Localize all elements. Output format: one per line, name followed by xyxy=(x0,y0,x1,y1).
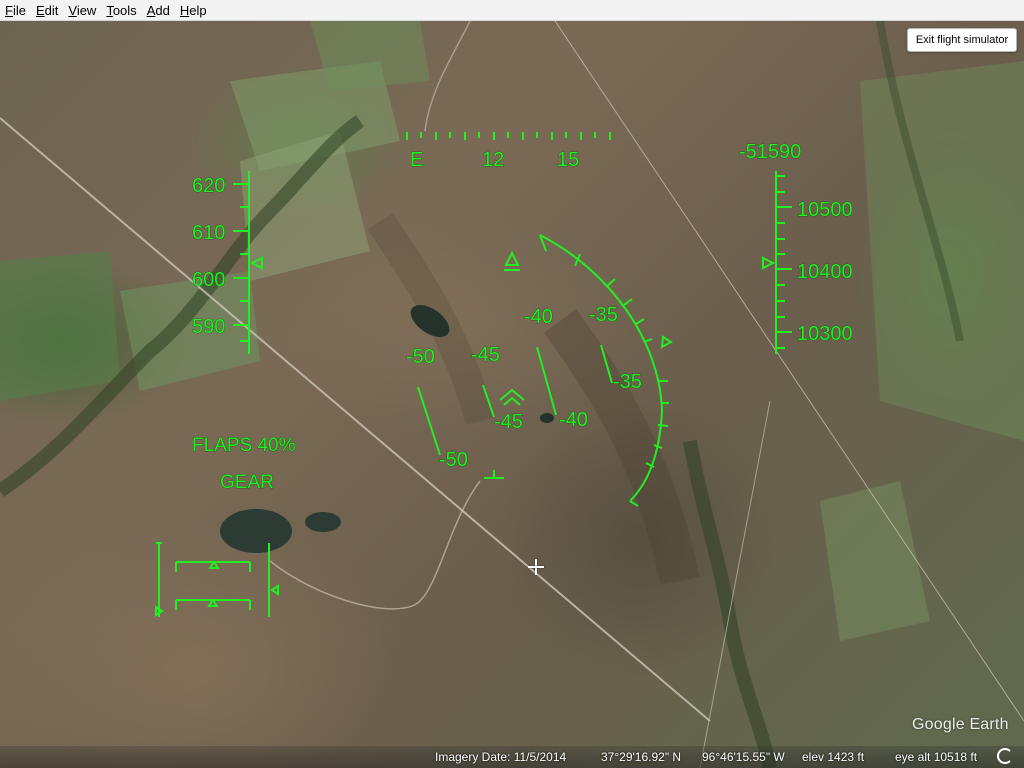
speed-tick-620: 620 xyxy=(192,175,225,197)
menu-edit[interactable]: Edit xyxy=(31,3,63,18)
menu-add[interactable]: Add xyxy=(142,3,175,18)
eye-altitude-readout: eye alt 10518 ft xyxy=(895,750,978,764)
latitude-readout: 37°29'16.92" N xyxy=(601,750,682,764)
speed-tick-600: 600 xyxy=(192,269,225,291)
gear-readout: GEAR xyxy=(220,472,274,493)
speed-tick-590: 590 xyxy=(192,316,225,338)
menu-view[interactable]: View xyxy=(63,3,101,18)
pitch-label: -45 xyxy=(471,344,500,366)
heading-label-e: E xyxy=(410,149,423,171)
menu-tools[interactable]: Tools xyxy=(101,3,141,18)
altitude-tick-10500: 10500 xyxy=(797,199,853,221)
altitude-tick-10300: 10300 xyxy=(797,323,853,345)
elevation-readout: elev 1423 ft xyxy=(802,750,865,764)
pitch-label: -35 xyxy=(613,371,642,393)
exit-flight-simulator-button[interactable]: Exit flight simulator xyxy=(907,28,1017,52)
heading-label-12: 12 xyxy=(482,149,504,171)
pitch-label: -45 xyxy=(494,411,523,433)
flaps-readout: FLAPS 40% xyxy=(192,435,296,456)
airspeed-tape xyxy=(233,171,263,354)
bank-arc xyxy=(539,234,673,507)
imagery-date: Imagery Date: 11/5/2014 xyxy=(435,750,567,764)
heading-label-15: 15 xyxy=(557,149,579,171)
altitude-tape xyxy=(762,171,792,354)
crosshair-cursor-icon xyxy=(528,559,544,575)
heading-scale xyxy=(406,132,611,140)
speed-tick-610: 610 xyxy=(192,222,225,244)
longitude-readout: 96°46'15.55" W xyxy=(702,750,785,764)
vertical-speed-readout: -51590 xyxy=(739,141,801,163)
pitch-label: -50 xyxy=(406,346,435,368)
status-bar: Imagery Date: 11/5/2014 37°29'16.92" N 9… xyxy=(0,746,1024,768)
menu-bar: File Edit View Tools Add Help xyxy=(0,0,1024,21)
flaps-gear-indicator xyxy=(155,542,279,617)
map-viewport[interactable]: E 12 15 -51590 620 610 600 590 10500 104… xyxy=(0,21,1024,768)
pitch-label: -50 xyxy=(439,449,468,471)
pitch-label: -40 xyxy=(524,306,553,328)
menu-file[interactable]: File xyxy=(0,3,31,18)
pitch-label: -40 xyxy=(559,409,588,431)
altitude-tick-10400: 10400 xyxy=(797,261,853,283)
menu-help[interactable]: Help xyxy=(175,3,212,18)
google-earth-logo: Google Earth xyxy=(912,716,1009,733)
flight-hud: E 12 15 -51590 620 610 600 590 10500 104… xyxy=(155,132,853,617)
pitch-label: -35 xyxy=(589,304,618,326)
loading-spinner-icon xyxy=(997,748,1013,764)
